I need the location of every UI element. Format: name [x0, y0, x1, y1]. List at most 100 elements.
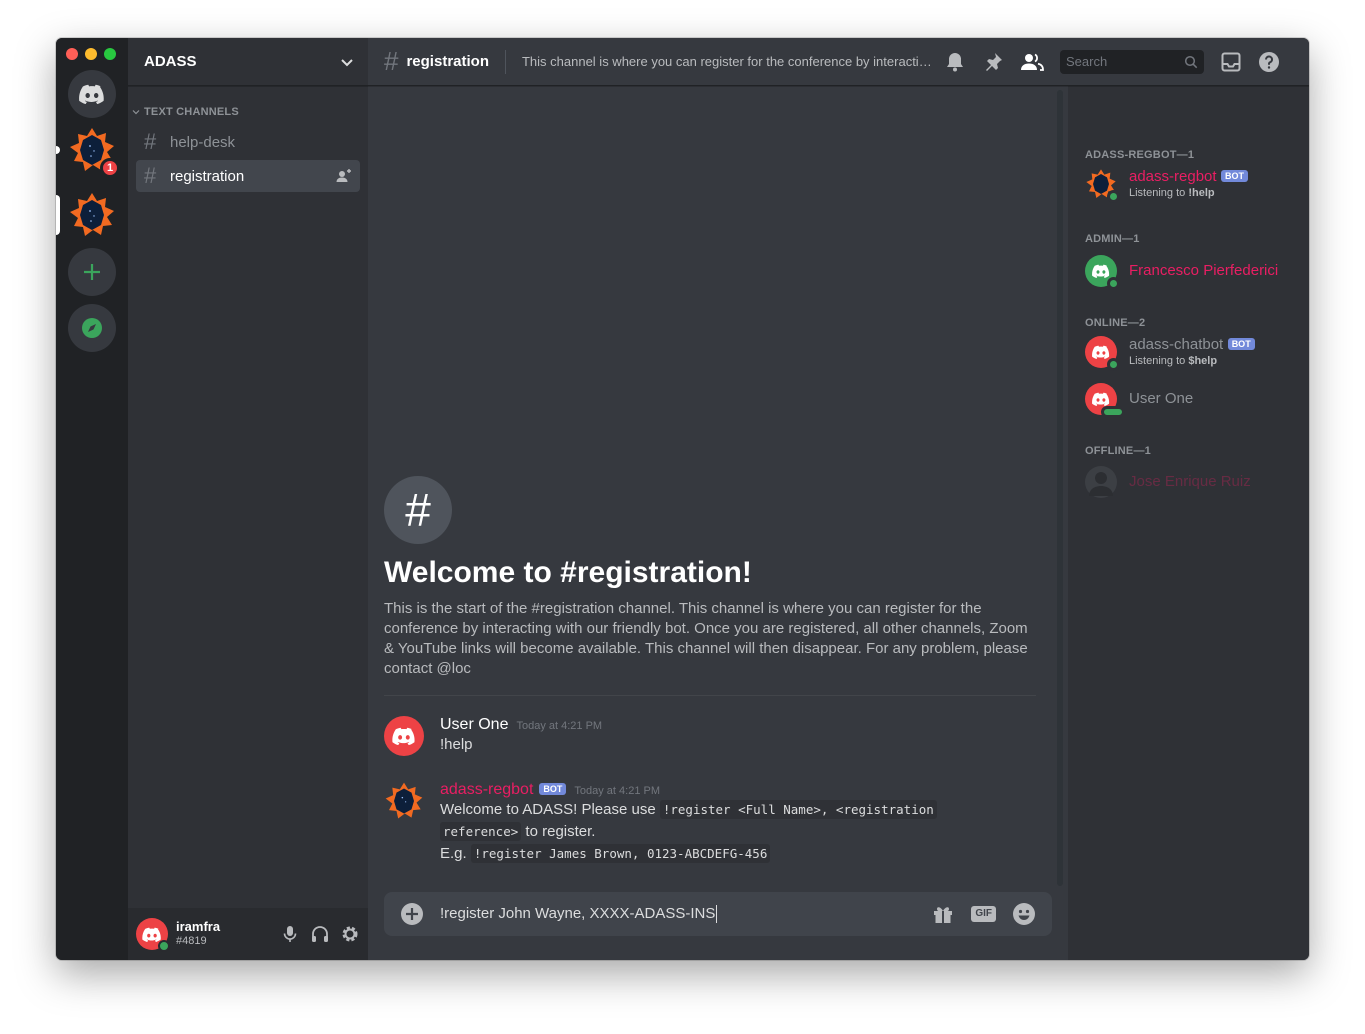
online-status-dot	[1107, 277, 1120, 290]
avatar	[1085, 383, 1125, 418]
gear-icon[interactable]	[340, 924, 360, 944]
username: iramfra	[176, 919, 221, 934]
avatar[interactable]	[136, 918, 170, 952]
members-icon[interactable]	[1020, 51, 1044, 73]
welcome-description: This is the start of the #registration c…	[384, 600, 1028, 677]
channel-help-desk[interactable]: # help-desk	[136, 126, 360, 158]
message-input[interactable]: !register John Wayne, XXXX-ADASS-INS	[440, 904, 931, 924]
discord-logo-icon	[392, 727, 415, 745]
message-input-value: !register John Wayne, XXXX-ADASS-INS	[440, 904, 716, 922]
channel-hash-icon: #	[384, 476, 452, 544]
category-label: TEXT CHANNELS	[144, 106, 239, 118]
channel-label: help-desk	[170, 133, 236, 151]
scrollbar[interactable]	[1057, 90, 1063, 886]
member-jose-enrique-ruiz[interactable]: Jose Enrique Ruiz	[1085, 466, 1251, 498]
discord-logo-icon	[1092, 264, 1110, 278]
home-button[interactable]	[68, 70, 116, 118]
search-input[interactable]: Search	[1059, 49, 1204, 74]
channel-topic[interactable]: This channel is where you can register f…	[522, 54, 932, 69]
discord-logo-icon	[1092, 345, 1110, 359]
member-list: ADASS-REGBOT—1 adass-regbot BOT Listenin…	[1068, 86, 1309, 960]
online-status-dot	[1107, 190, 1120, 203]
member-group-header: OFFLINE—1	[1085, 445, 1151, 457]
avatar	[1085, 255, 1120, 290]
member-info: User One	[1129, 390, 1193, 408]
message-header: adass-regbot BOT Today at 4:21 PM	[440, 781, 1044, 799]
server-name: ADASS	[144, 53, 197, 70]
microphone-icon[interactable]	[280, 924, 300, 944]
message-content: !help	[440, 736, 473, 753]
channel-header: # registration This channel is where you…	[368, 38, 1309, 86]
channel-registration[interactable]: # registration	[136, 160, 360, 192]
hash-icon: #	[144, 163, 157, 188]
mobile-status-icon	[1101, 406, 1125, 418]
mention-badge: 1	[100, 158, 120, 178]
message-content: Welcome to ADASS! Please use !register <…	[440, 799, 1044, 865]
gift-icon[interactable]	[931, 902, 955, 926]
server-adass-2[interactable]	[68, 191, 116, 239]
discord-logo-icon	[79, 84, 104, 104]
discord-logo-icon	[1092, 392, 1110, 406]
headphones-icon[interactable]	[310, 924, 330, 944]
member-info: adass-regbot BOT Listening to !help	[1129, 168, 1249, 200]
member-group-header: ONLINE—2	[1085, 317, 1146, 329]
member-info: adass-chatbot BOT Listening to $help	[1129, 336, 1255, 368]
activity-value: !help	[1188, 187, 1215, 199]
message-composer: !register John Wayne, XXXX-ADASS-INS GIF	[384, 892, 1052, 936]
avatar[interactable]	[384, 781, 424, 821]
message-author[interactable]: User One	[440, 716, 508, 734]
message: adass-regbot BOT Today at 4:21 PM Welcom…	[384, 781, 1044, 865]
selected-server-indicator	[56, 195, 60, 235]
member-info: Jose Enrique Ruiz	[1129, 473, 1251, 491]
close-window-button[interactable]	[66, 48, 78, 60]
text-caret	[716, 905, 718, 924]
member-user-one[interactable]: User One	[1085, 383, 1193, 418]
inbox-icon[interactable]	[1220, 51, 1242, 73]
member-adass-regbot[interactable]: adass-regbot BOT Listening to !help	[1085, 168, 1249, 203]
add-attachment-icon[interactable]	[400, 902, 424, 926]
server-rail: 1	[56, 38, 128, 960]
member-name: Jose Enrique Ruiz	[1129, 473, 1251, 490]
emoji-icon[interactable]	[1012, 902, 1036, 926]
pin-icon[interactable]	[982, 51, 1004, 73]
server-header[interactable]: ADASS	[128, 38, 368, 86]
message-body: adass-regbot BOT Today at 4:21 PM Welcom…	[440, 781, 1044, 865]
message-text: to register.	[521, 823, 596, 840]
bot-tag: BOT	[539, 783, 567, 795]
gif-button[interactable]: GIF	[971, 906, 996, 922]
avatar	[1085, 466, 1117, 498]
divider	[384, 695, 1036, 696]
create-invite-icon[interactable]	[336, 168, 352, 184]
user-discriminator: #4819	[176, 935, 207, 947]
help-icon[interactable]	[1258, 51, 1280, 73]
minimize-window-button[interactable]	[85, 48, 97, 60]
channel-title: registration	[406, 53, 489, 70]
server-adass-1[interactable]: 1	[68, 126, 120, 178]
header-divider	[504, 49, 506, 74]
bot-tag: BOT	[1227, 338, 1255, 350]
avatar[interactable]	[384, 716, 424, 756]
member-name: adass-chatbot	[1129, 336, 1224, 353]
add-server-button[interactable]	[68, 248, 116, 296]
adass-regbot-avatar-icon	[385, 782, 423, 819]
member-name: User One	[1129, 390, 1194, 407]
member-adass-chatbot[interactable]: adass-chatbot BOT Listening to $help	[1085, 336, 1255, 371]
adass-server-icon	[70, 193, 114, 236]
activity-value: $help	[1188, 355, 1218, 367]
explore-servers-button[interactable]	[68, 304, 116, 352]
search-placeholder: Search	[1065, 54, 1108, 69]
user-controls	[280, 924, 360, 944]
message-author[interactable]: adass-regbot	[440, 781, 533, 799]
user-meta: iramfra #4819	[176, 920, 220, 948]
bell-icon[interactable]	[944, 51, 966, 73]
hash-icon: #	[144, 129, 157, 154]
zoom-window-button[interactable]	[104, 48, 116, 60]
welcome-title: Welcome to #registration!	[384, 556, 752, 589]
search-icon	[1184, 55, 1198, 68]
message-text: Welcome to ADASS! Please use	[440, 801, 660, 818]
member-name: adass-regbot	[1129, 168, 1217, 185]
member-francesco-pierfederici[interactable]: Francesco Pierfederici	[1085, 255, 1278, 290]
category-text-channels[interactable]: TEXT CHANNELS	[132, 106, 239, 118]
member-info: Francesco Pierfederici	[1129, 262, 1278, 280]
avatar	[1085, 168, 1120, 203]
